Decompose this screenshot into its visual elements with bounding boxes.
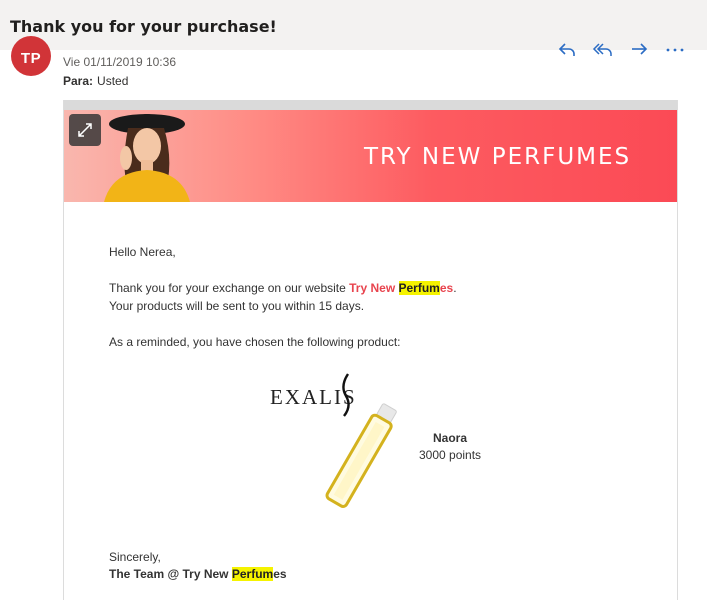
header-banner: TRY NEW PERFUMES <box>64 110 677 202</box>
expand-icon <box>78 123 92 137</box>
brand-part1: Try New <box>349 281 399 295</box>
signature-line: The Team @ Try New Perfumes <box>109 566 287 583</box>
signature-suffix: es <box>273 567 287 581</box>
to-label: Para: <box>63 74 94 88</box>
signature-highlight: Perfum <box>231 567 274 581</box>
sender-avatar[interactable]: TP <box>11 36 51 76</box>
reply-all-icon <box>592 43 612 56</box>
reply-all-button[interactable] <box>589 40 617 62</box>
avatar-initials: TP <box>20 50 42 67</box>
expand-image-button[interactable] <box>69 114 101 146</box>
recipient-line: Para: Usted <box>63 74 128 88</box>
signature-block: Sincerely, The Team @ Try New Perfumes <box>109 549 287 583</box>
email-body: TRY NEW PERFUMES Hello Nerea, Thank you … <box>63 100 678 600</box>
forward-icon <box>632 43 648 55</box>
reply-button[interactable] <box>553 40 581 62</box>
banner-title: TRY NEW PERFUMES <box>364 144 632 170</box>
signature-prefix: The Team @ Try New <box>109 567 232 581</box>
thank-you-line: Thank you for your exchange on our websi… <box>109 279 649 297</box>
line-end: . <box>453 281 457 295</box>
perfume-vial-image <box>325 403 397 508</box>
reminder-line: As a reminded, you have chosen the follo… <box>109 335 401 349</box>
message-text: Hello Nerea, Thank you for your exchange… <box>109 243 649 351</box>
brand-highlight: Perfum <box>398 281 440 295</box>
reply-icon <box>558 43 575 56</box>
more-icon <box>666 48 684 52</box>
closing-line: Sincerely, <box>109 550 161 564</box>
brand-link[interactable]: Try New Perfumes <box>349 281 453 295</box>
thank-you-prefix: Thank you for your exchange on our websi… <box>109 281 350 295</box>
forward-button[interactable] <box>625 40 653 62</box>
email-date: Vie 01/11/2019 10:36 <box>63 55 176 69</box>
product-points: 3000 points <box>419 448 482 462</box>
more-button[interactable] <box>661 40 689 62</box>
message-actions <box>553 40 689 62</box>
email-subject: Thank you for your purchase! <box>10 17 277 36</box>
brand-suffix: es <box>439 281 454 295</box>
shipping-line: Your products will be sent to you within… <box>109 299 365 313</box>
frame-top-border <box>64 100 677 110</box>
product-name: Naora <box>433 431 468 445</box>
greeting: Hello Nerea, <box>109 245 176 259</box>
to-value[interactable]: Usted <box>97 74 128 88</box>
model-photo <box>104 114 190 202</box>
